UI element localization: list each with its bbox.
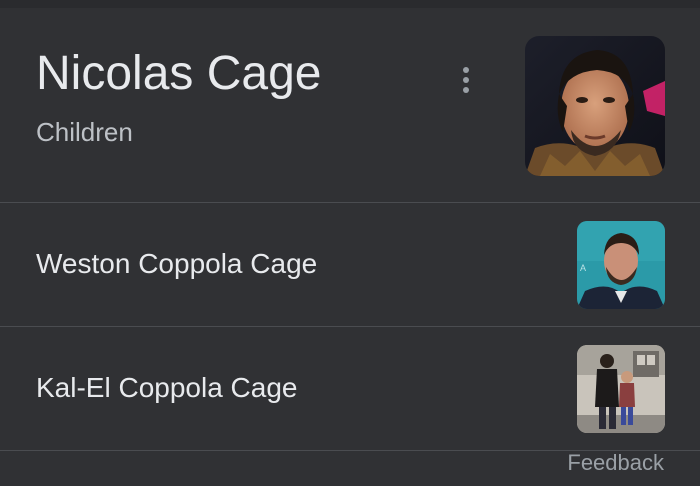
- child-thumbnail[interactable]: A: [577, 221, 665, 309]
- knowledge-panel-card: Nicolas Cage Children Weston Coppola Cag…: [0, 8, 700, 486]
- child-name: Weston Coppola Cage: [36, 248, 318, 279]
- more-options-button[interactable]: [452, 60, 480, 100]
- profile-photo[interactable]: [525, 36, 665, 176]
- list-item[interactable]: Kal-El Coppola Cage: [0, 327, 700, 450]
- top-edge: [0, 0, 700, 8]
- more-vert-icon: [463, 67, 469, 73]
- panel-header: Nicolas Cage Children: [0, 8, 700, 203]
- child-thumbnail[interactable]: [577, 345, 665, 433]
- list-item[interactable]: Weston Coppola Cage A: [0, 203, 700, 326]
- more-vert-icon-dot: [463, 77, 469, 83]
- svg-text:A: A: [580, 263, 586, 273]
- child-thumbnail-graphic: A: [577, 221, 665, 309]
- more-vert-icon-dot: [463, 87, 469, 93]
- page-title: Nicolas Cage: [36, 47, 322, 100]
- child-name: Kal-El Coppola Cage: [36, 372, 298, 403]
- feedback-link[interactable]: Feedback: [567, 450, 664, 476]
- profile-photo-graphic: [525, 36, 665, 176]
- page-subtitle: Children: [36, 117, 133, 147]
- child-thumbnail-graphic: [577, 345, 665, 433]
